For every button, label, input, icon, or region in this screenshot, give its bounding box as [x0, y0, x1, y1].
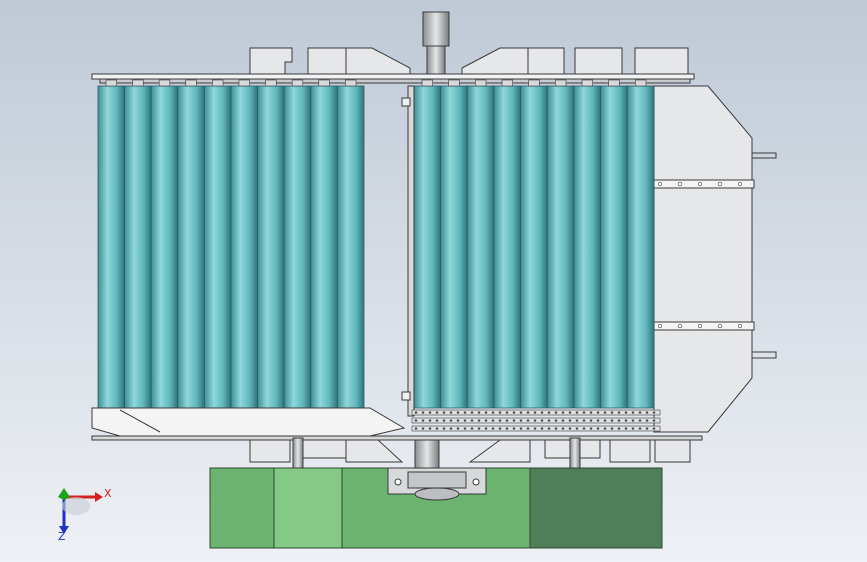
triad-shadow — [62, 497, 90, 515]
left-roller — [257, 79, 285, 409]
left-roller-bank[interactable] — [97, 79, 365, 409]
cad-viewport[interactable]: X Z — [0, 0, 867, 562]
chain-strips — [411, 409, 661, 432]
right-roller — [440, 79, 468, 409]
left-roller — [336, 79, 365, 409]
left-roller — [97, 79, 126, 409]
left-roller — [283, 79, 312, 409]
right-roller — [600, 79, 628, 409]
right-roller — [466, 79, 495, 409]
top-shaft[interactable] — [422, 11, 450, 77]
right-roller-bank[interactable] — [413, 79, 655, 409]
triad-x-label: X — [104, 487, 112, 500]
base-segment-1 — [209, 467, 275, 549]
right-roller — [573, 79, 602, 409]
base-segment-4 — [529, 467, 663, 549]
left-roller — [124, 79, 152, 409]
right-roller — [546, 79, 575, 409]
base-segment-2 — [273, 467, 343, 549]
model-scene[interactable]: X Z — [0, 0, 867, 562]
right-roller — [493, 79, 522, 409]
left-roller — [177, 79, 205, 409]
right-roller — [626, 79, 655, 409]
left-roller — [230, 79, 259, 409]
top-rail — [91, 73, 695, 84]
left-roller — [203, 79, 232, 409]
triad-z-label: Z — [58, 530, 66, 543]
left-roller — [310, 79, 338, 409]
right-roller — [520, 79, 548, 409]
right-roller — [413, 79, 442, 409]
left-roller — [150, 79, 179, 409]
